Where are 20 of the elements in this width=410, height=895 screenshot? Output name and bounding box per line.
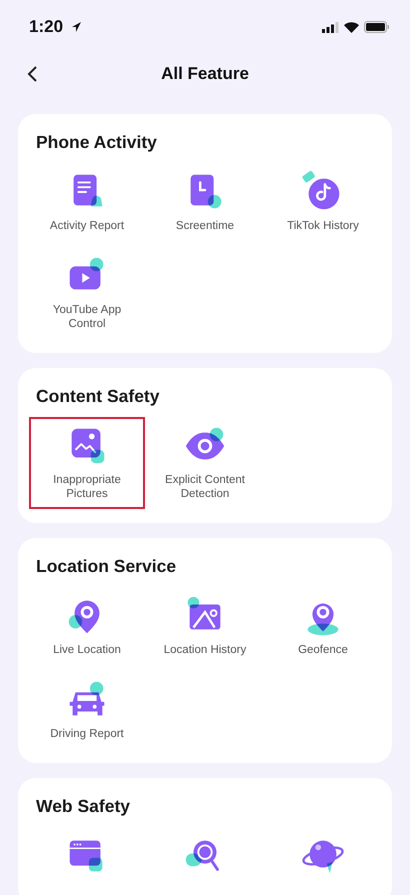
feature-item[interactable]: Inappropriate Pictures [29, 417, 145, 509]
cellular-signal-icon [322, 22, 339, 32]
feature-item[interactable]: Screentime [170, 163, 240, 241]
location-arrow-icon [71, 21, 82, 33]
feature-item[interactable]: Explicit Content Detection [147, 417, 263, 509]
section-title: Location Service [36, 556, 178, 577]
feature-item[interactable]: Live Location [47, 587, 127, 665]
feature-item[interactable]: Geofence [292, 587, 354, 665]
wifi-icon [344, 22, 359, 32]
battery-icon [364, 21, 390, 33]
page-title: All Feature [161, 64, 249, 84]
feature-item[interactable]: TikTok History [281, 163, 365, 241]
feature-item[interactable]: Activity Report [44, 163, 130, 241]
section-title: Phone Activity [36, 132, 158, 153]
feature-item[interactable]: YouTube App Control [29, 247, 145, 339]
feature-item[interactable]: Driving Report [44, 671, 130, 749]
section-title: Content Safety [36, 386, 160, 407]
status-time: 1:20 [29, 17, 64, 37]
feature-item[interactable]: Location History [158, 587, 252, 665]
section-title: Web Safety [36, 796, 132, 817]
